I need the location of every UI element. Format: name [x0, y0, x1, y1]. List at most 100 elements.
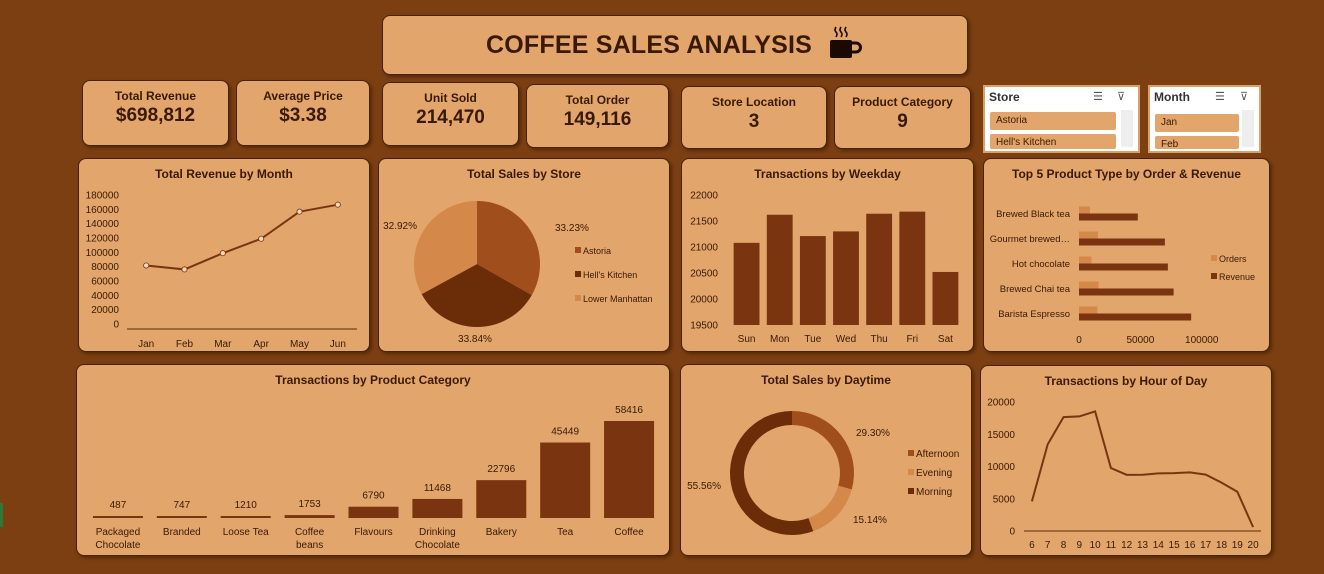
slicer-scrollbar[interactable]	[1121, 110, 1133, 147]
legend-swatch	[908, 488, 914, 494]
series-line	[1030, 410, 1255, 528]
x-tick-label: Chocolate	[95, 540, 140, 551]
bar	[476, 480, 527, 518]
bar	[92, 516, 143, 518]
chart-plot: 29.30% 15.14% 55.56% Afternoon Evening Mornin…	[687, 411, 959, 535]
slicer-title: Store	[989, 90, 1020, 104]
y-tick-label: 40000	[91, 291, 119, 302]
x-tick-label: Drinking	[419, 527, 456, 538]
slicer-scrollbar[interactable]	[1242, 110, 1254, 147]
bar-revenue	[1079, 238, 1165, 246]
x-tick-label: Tea	[557, 527, 574, 538]
x-tick-label: 13	[1137, 540, 1149, 551]
data-point	[219, 250, 226, 257]
x-tick-label: Tue	[804, 334, 821, 345]
kpi-label: Product Category	[852, 95, 953, 109]
x-tick-label: Chocolate	[415, 540, 460, 551]
data-label: 1210	[235, 500, 258, 511]
kpi-value: 214,470	[416, 107, 485, 128]
y-tick-label: Brewed Chai tea	[1000, 284, 1071, 295]
x-tick-label: Flavours	[354, 527, 392, 538]
bar-orders	[1079, 281, 1099, 289]
chart-plot: 20000 15000 10000 5000 0 6 7 8 9 10 11 12 13 14 15 16 17…	[987, 398, 1261, 551]
kpi-total-revenue: Total Revenue $698,812	[82, 80, 229, 146]
data-point	[296, 208, 303, 215]
x-tick-label: Jan	[138, 339, 154, 350]
y-tick-label: 80000	[91, 262, 119, 273]
bar	[866, 213, 893, 325]
bar	[766, 214, 793, 325]
chart-transactions-by-product-category: Transactions by Product Category 487 Pack…	[76, 364, 670, 556]
legend-swatch	[908, 469, 914, 475]
x-tick-label: 18	[1216, 540, 1228, 551]
kpi-value: $698,812	[115, 105, 196, 126]
bar	[220, 515, 271, 518]
store-slicer[interactable]: Store ☰ ⊽ Astoria Hell's Kitchen	[983, 85, 1140, 153]
page-title: COFFEE SALES ANALYSIS	[485, 30, 812, 59]
kpi-label: Total Revenue	[114, 89, 197, 103]
multi-select-icon[interactable]: ☰	[1093, 90, 1103, 103]
bar	[284, 515, 335, 518]
bar-orders	[1079, 231, 1098, 239]
chart-sales-by-daytime: Total Sales by Daytime 29.30% 15.14% 55.56…	[680, 364, 972, 556]
chart-plot: 487 Packaged Chocolate 747 Branded 1210 Loose …	[92, 405, 655, 551]
multi-select-icon[interactable]: ☰	[1215, 90, 1225, 103]
bar-revenue	[1079, 213, 1138, 221]
legend-label: Revenue	[1219, 272, 1255, 282]
slicer-item-astoria[interactable]: Astoria	[990, 112, 1116, 130]
data-label: 11468	[424, 483, 452, 494]
legend-label: Lower Manhattan	[583, 294, 653, 304]
y-tick-label: 22000	[690, 191, 718, 202]
data-label: 58416	[615, 405, 643, 416]
x-tick-label: 50000	[1126, 335, 1154, 346]
data-label: 747	[173, 500, 190, 511]
y-tick-label: 5000	[993, 494, 1016, 505]
legend-label: Orders	[1219, 254, 1247, 264]
data-label: 487	[110, 500, 127, 511]
bar-orders	[1079, 306, 1098, 314]
kpi-store-location: Store Location 3	[681, 86, 827, 149]
x-tick-label: 16	[1184, 540, 1196, 551]
y-tick-label: 19500	[690, 321, 718, 332]
month-slicer[interactable]: Month ☰ ⊽ Jan Feb	[1148, 85, 1261, 153]
y-tick-label: 160000	[86, 205, 120, 216]
x-tick-label: Mar	[214, 339, 232, 350]
x-tick-label: Jun	[330, 339, 346, 350]
y-tick-label: 20500	[690, 269, 718, 280]
bar	[932, 271, 959, 325]
data-point	[181, 266, 188, 273]
data-point	[258, 235, 265, 242]
bar-orders	[1079, 256, 1092, 264]
coffee-cup-icon	[826, 24, 864, 67]
x-tick-label: Loose Tea	[223, 527, 269, 538]
legend-label: Astoria	[583, 246, 611, 256]
data-label: 55.56%	[687, 481, 721, 492]
x-tick-label: Bakery	[486, 527, 517, 538]
slicer-item-jan[interactable]: Jan	[1155, 114, 1239, 132]
chart-top5-product-type: Top 5 Product Type by Order & Revenue Br…	[983, 158, 1270, 352]
legend-label: Hell's Kitchen	[583, 270, 637, 280]
legend-swatch	[575, 271, 581, 277]
data-label: 33.84%	[458, 334, 492, 345]
chart-plot: 180000 160000 140000 120000 100000 80000 60000…	[86, 191, 357, 350]
bar	[833, 231, 859, 325]
data-label: 29.30%	[856, 428, 890, 439]
y-tick-label: 20000	[91, 305, 119, 316]
clear-filter-icon[interactable]: ⊽	[1240, 90, 1248, 103]
bar-revenue	[1079, 288, 1174, 296]
x-tick-label: Thu	[871, 334, 888, 345]
legend-swatch	[575, 295, 581, 301]
kpi-product-category: Product Category 9	[834, 86, 971, 149]
slicer-item-hells-kitchen[interactable]: Hell's Kitchen	[990, 134, 1116, 149]
bar-revenue	[1079, 263, 1168, 271]
clear-filter-icon[interactable]: ⊽	[1117, 90, 1125, 103]
slicer-item-feb[interactable]: Feb	[1155, 136, 1239, 149]
x-tick-label: 7	[1045, 540, 1051, 551]
y-tick-label: 21000	[690, 243, 718, 254]
y-tick-label: 120000	[86, 234, 120, 245]
x-tick-label: Feb	[176, 339, 194, 350]
x-tick-label: 17	[1200, 540, 1212, 551]
bar	[412, 498, 463, 518]
legend-swatch	[908, 450, 914, 456]
kpi-unit-sold: Unit Sold 214,470	[382, 82, 519, 146]
